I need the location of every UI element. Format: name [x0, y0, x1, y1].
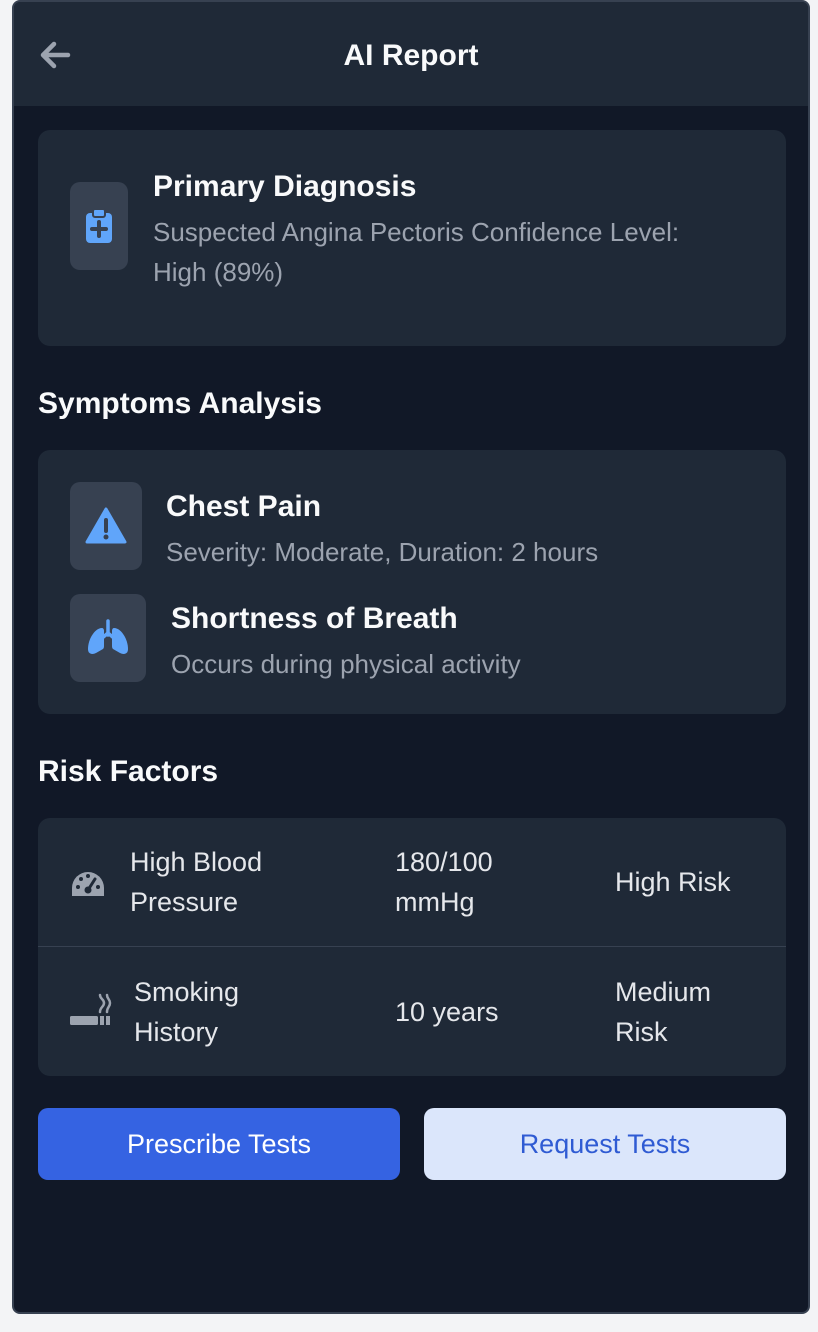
prescribe-tests-button[interactable]: Prescribe Tests	[38, 1108, 400, 1180]
diagnosis-card: Primary Diagnosis Suspected Angina Pecto…	[38, 130, 786, 346]
clipboard-medical-icon	[86, 208, 112, 243]
app-window: AI Report Primary Diagnosis Suspected An…	[12, 0, 810, 1314]
header-bar: AI Report	[14, 2, 808, 107]
risk-level: Medium	[615, 977, 712, 1007]
symptom-title: Shortness of Breath	[171, 602, 458, 635]
symptom-title: Chest Pain	[166, 490, 322, 523]
diagnosis-detail-line2: High (89%)	[153, 257, 284, 287]
risk-level: High Risk	[615, 867, 731, 897]
warning-triangle-icon	[85, 507, 127, 544]
symptom-detail: Severity: Moderate, Duration: 2 hours	[166, 537, 599, 567]
risk-name: High Blood	[130, 847, 263, 877]
symptoms-section-title: Symptoms Analysis	[38, 387, 322, 420]
risk-name: History	[134, 1017, 219, 1047]
lungs-icon	[88, 619, 128, 654]
request-tests-button[interactable]: Request Tests	[424, 1108, 786, 1180]
breath-icon-tile	[70, 594, 146, 682]
gauge-icon	[72, 872, 104, 896]
chest-pain-icon-tile	[70, 482, 142, 570]
diagnosis-icon-tile	[70, 182, 128, 270]
row-divider	[38, 946, 786, 947]
symptom-detail: Occurs during physical activity	[171, 649, 521, 679]
diagnosis-title: Primary Diagnosis	[153, 170, 417, 203]
risk-value: 180/100	[395, 847, 493, 877]
page-title: AI Report	[343, 39, 479, 72]
risk-factors-table: High Blood Pressure 180/100 mmHg High Ri…	[38, 818, 786, 1076]
risk-name: Pressure	[130, 887, 239, 917]
risk-section-title: Risk Factors	[38, 755, 219, 788]
symptoms-card: Chest Pain Severity: Moderate, Duration:…	[38, 450, 786, 714]
risk-level: Risk	[615, 1017, 668, 1047]
risk-value: 10 years	[395, 997, 499, 1027]
risk-value: mmHg	[395, 887, 475, 917]
smoking-icon	[70, 993, 112, 1025]
risk-name: Smoking	[134, 977, 240, 1007]
diagnosis-detail-line1: Suspected Angina Pectoris Confidence Lev…	[153, 217, 680, 247]
